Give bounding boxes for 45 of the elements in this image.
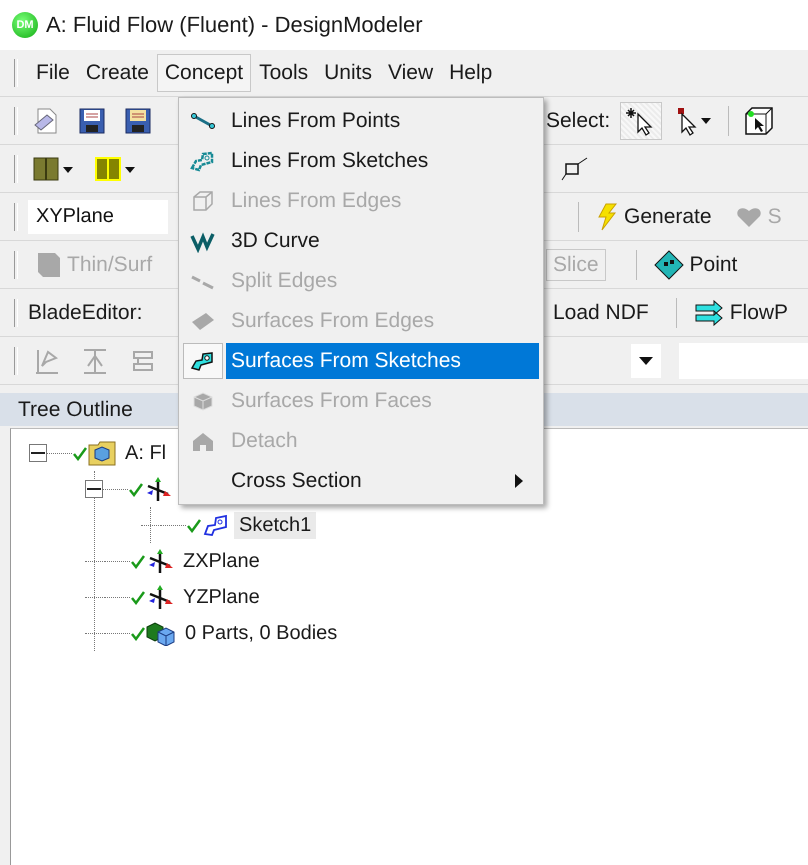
tree-item[interactable]: 0 Parts, 0 Bodies [180, 620, 342, 646]
menu-option[interactable]: Cross Section [179, 461, 543, 501]
menu-item[interactable]: Concept [156, 54, 252, 92]
menu-option[interactable]: Lines From Sketches [179, 141, 543, 181]
point-button[interactable]: Point [646, 246, 744, 284]
tree-item[interactable]: YZPlane [178, 584, 265, 610]
dropdown-caret-icon[interactable] [631, 344, 661, 378]
expand-toggle[interactable] [29, 444, 47, 462]
menu-item[interactable]: Units [316, 54, 380, 92]
menu-item[interactable]: Help [441, 54, 500, 92]
double-arrow-icon [694, 298, 724, 326]
folder-cube-icon [88, 440, 116, 466]
check-icon [130, 625, 146, 641]
plane-field[interactable]: XYPlane [28, 200, 168, 234]
load-ndf-button[interactable]: Load NDF [546, 296, 656, 328]
menu-option[interactable]: Lines From Points [179, 101, 543, 141]
menu-item[interactable]: File [28, 54, 78, 92]
check-icon [130, 553, 146, 569]
lightning-icon [596, 202, 618, 230]
panel-title: Tree Outline [18, 398, 133, 422]
surface-sketch-icon [190, 349, 216, 373]
check-icon [72, 445, 88, 461]
flow-button[interactable]: FlowP [686, 294, 796, 330]
menu-option[interactable]: 3D Curve [179, 221, 543, 261]
tree-item[interactable]: ZXPlane [178, 548, 265, 574]
tree-item[interactable]: Sketch1 [234, 512, 316, 538]
select-label: Select: [546, 108, 610, 132]
menu-item[interactable]: Tools [251, 54, 316, 92]
sketch-shape-icon [202, 512, 230, 538]
diamond-points-icon [654, 250, 684, 280]
check-icon [186, 517, 202, 533]
menu-item[interactable]: Create [78, 54, 157, 92]
menu-item[interactable]: View [380, 54, 442, 92]
generate-button[interactable]: Generate [589, 198, 719, 234]
point-select-icon[interactable] [620, 102, 662, 140]
tree-item[interactable]: A: Fl [120, 440, 172, 466]
app-logo: DM [12, 12, 38, 38]
sketch-shape-icon [190, 149, 216, 173]
check-icon [130, 589, 146, 605]
blade-editor-label: BladeEditor: [28, 300, 142, 324]
cubes-icon [146, 620, 176, 646]
expand-toggle[interactable] [85, 480, 103, 498]
check-icon [128, 481, 144, 497]
solid-shape-icon [35, 250, 61, 278]
window-title: A: Fluid Flow (Fluent) - DesignModeler [46, 12, 423, 38]
